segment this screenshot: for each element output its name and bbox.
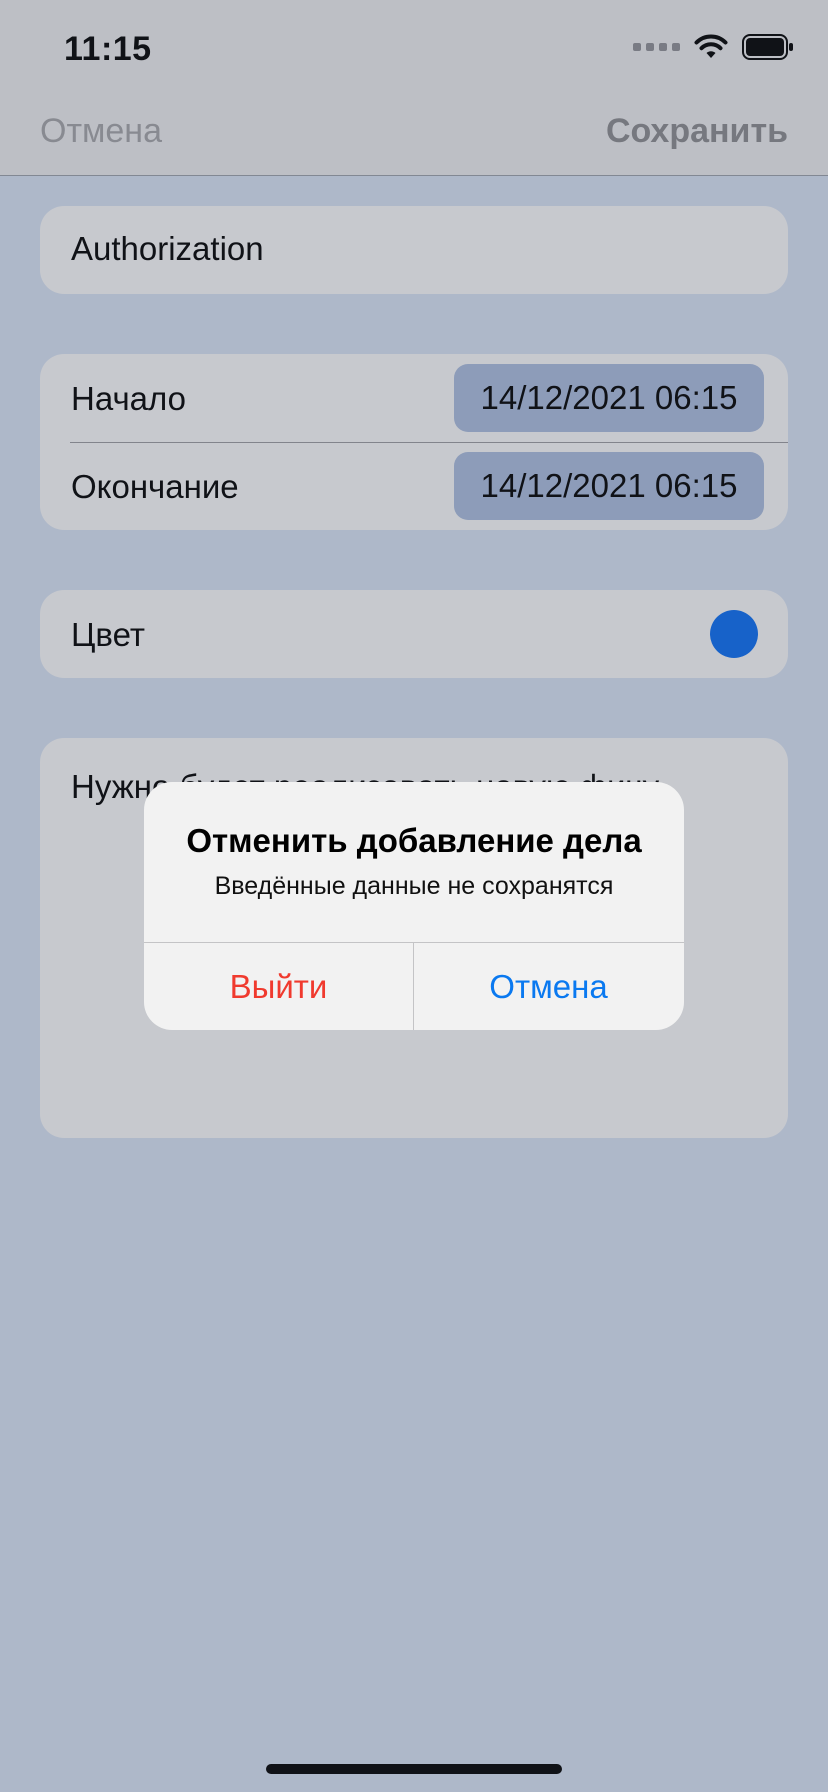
alert-exit-button[interactable]: Выйти — [144, 943, 413, 1030]
cancel-confirmation-alert: Отменить добавление дела Введённые данны… — [144, 782, 684, 1030]
alert-cancel-button[interactable]: Отмена — [414, 943, 683, 1030]
alert-message: Введённые данные не сохранятся — [214, 872, 614, 900]
alert-title: Отменить добавление дела — [186, 822, 642, 859]
